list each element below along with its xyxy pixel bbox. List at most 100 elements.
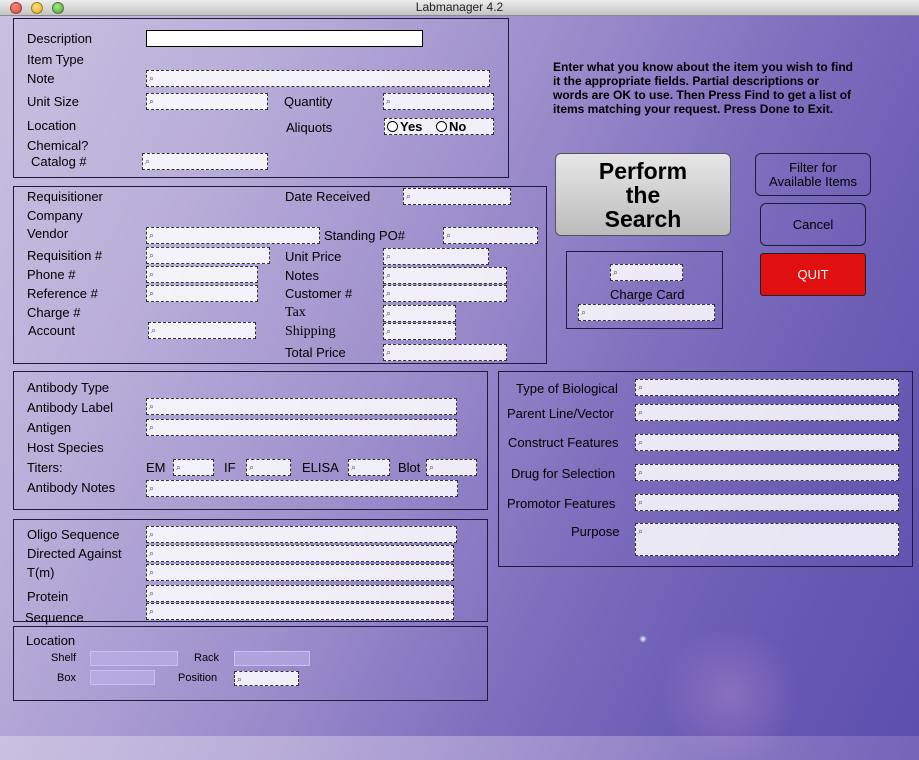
antigen-field[interactable]: ⌕ [146, 419, 457, 436]
oligo-sequence-label: Oligo Sequence [27, 527, 120, 542]
charge-card-field-top[interactable]: ⌕ [610, 264, 683, 281]
shipping-field[interactable]: ⌕ [383, 323, 456, 340]
window-title: Labmanager 4.2 [415, 0, 504, 14]
filter-available-button[interactable]: Filter for Available Items [755, 153, 871, 196]
search-icon: ⌕ [386, 270, 392, 280]
search-icon: ⌕ [386, 326, 392, 336]
requisition-field[interactable]: ⌕ [146, 247, 270, 264]
rack-field[interactable] [234, 651, 310, 666]
item-type-label: Item Type [27, 52, 84, 67]
search-icon: ⌕ [176, 462, 182, 472]
biological-type-label: Type of Biological [516, 381, 618, 396]
biological-type-field[interactable]: ⌕ [635, 379, 899, 396]
search-icon: ⌕ [386, 251, 392, 261]
directed-against-label: Directed Against [27, 546, 122, 561]
purpose-field[interactable]: ⌕ [635, 523, 899, 556]
total-price-field[interactable]: ⌕ [383, 344, 507, 361]
if-label: IF [224, 460, 236, 475]
close-window-button[interactable] [10, 2, 22, 14]
sequence-field[interactable]: ⌕ [146, 603, 454, 620]
catalog-label: Catalog # [31, 154, 87, 169]
description-field[interactable] [146, 30, 423, 47]
charge-card-field[interactable]: ⌕ [578, 304, 715, 321]
antigen-label: Antigen [27, 420, 72, 435]
elisa-label: ELISA [302, 460, 339, 475]
vendor-field[interactable]: ⌕ [146, 227, 320, 244]
promotor-features-label: Promotor Features [507, 496, 616, 511]
minimize-window-button[interactable] [31, 2, 43, 14]
tm-label: T(m) [27, 565, 55, 580]
tax-field[interactable]: ⌕ [383, 305, 456, 322]
phone-field[interactable]: ⌕ [146, 266, 258, 283]
elisa-field[interactable]: ⌕ [348, 459, 390, 476]
drug-selection-field[interactable]: ⌕ [635, 464, 899, 481]
search-icon: ⌕ [386, 288, 392, 298]
aliquots-no-radio[interactable]: No [436, 119, 466, 134]
if-field[interactable]: ⌕ [246, 459, 291, 476]
search-icon: ⌕ [149, 606, 155, 616]
storage-location-label: Location [26, 633, 76, 648]
em-field[interactable]: ⌕ [173, 459, 214, 476]
search-icon: ⌕ [446, 230, 452, 240]
search-icon: ⌕ [613, 267, 619, 277]
search-icon: ⌕ [638, 526, 644, 536]
catalog-field[interactable]: ⌕ [142, 153, 268, 170]
instructions-text: Enter what you know about the item you w… [553, 60, 854, 116]
charge-label: Charge # [27, 305, 81, 320]
reference-field[interactable]: ⌕ [146, 285, 258, 302]
customer-field[interactable]: ⌕ [383, 285, 507, 302]
decorative-glow [655, 630, 805, 760]
titers-label: Titers: [27, 460, 63, 475]
purpose-label: Purpose [571, 524, 620, 539]
account-field[interactable]: ⌕ [148, 322, 256, 339]
phone-label: Phone # [27, 267, 76, 282]
antibody-label-field[interactable]: ⌕ [146, 398, 457, 415]
note-field[interactable]: ⌕ [146, 70, 490, 87]
requisitioner-label: Requisitioner [27, 189, 103, 204]
unit-price-field[interactable]: ⌕ [383, 248, 489, 265]
aliquots-no-label: No [449, 119, 467, 134]
tm-field[interactable]: ⌕ [146, 564, 454, 581]
radio-circle-icon [436, 121, 447, 132]
blot-field[interactable]: ⌕ [426, 459, 477, 476]
quantity-field[interactable]: ⌕ [383, 93, 494, 110]
search-icon: ⌕ [429, 462, 435, 472]
account-label: Account [28, 323, 75, 338]
oligo-sequence-field[interactable]: ⌕ [146, 526, 457, 543]
construct-features-field[interactable]: ⌕ [635, 434, 899, 451]
unit-size-field[interactable]: ⌕ [146, 93, 268, 110]
search-icon: ⌕ [386, 308, 392, 318]
search-icon: ⌕ [149, 422, 155, 432]
search-icon: ⌕ [149, 96, 155, 106]
search-icon: ⌕ [581, 307, 587, 317]
shelf-field[interactable] [90, 651, 178, 666]
unit-price-label: Unit Price [285, 249, 342, 264]
standing-po-field[interactable]: ⌕ [443, 227, 538, 244]
search-icon: ⌕ [386, 96, 392, 106]
date-received-label: Date Received [285, 189, 371, 204]
promotor-features-field[interactable]: ⌕ [635, 494, 899, 511]
zoom-window-button[interactable] [52, 2, 64, 14]
search-icon: ⌕ [149, 73, 155, 83]
box-field[interactable] [90, 670, 155, 685]
directed-against-field[interactable]: ⌕ [146, 545, 454, 562]
search-icon: ⌕ [351, 462, 357, 472]
search-icon: ⌕ [249, 462, 255, 472]
cancel-button[interactable]: Cancel [760, 203, 866, 246]
antibody-label-label: Antibody Label [27, 400, 114, 415]
quit-button[interactable]: QUIT [760, 253, 866, 296]
search-icon: ⌕ [149, 483, 155, 493]
date-received-field[interactable]: ⌕ [403, 188, 511, 205]
protein-field[interactable]: ⌕ [146, 585, 454, 602]
antibody-notes-field[interactable]: ⌕ [146, 480, 458, 497]
aliquots-yes-radio[interactable]: Yes [387, 119, 422, 134]
position-field[interactable]: ⌕ [234, 671, 299, 686]
perform-search-button[interactable]: Perform the Search [555, 153, 731, 236]
construct-features-label: Construct Features [508, 435, 619, 450]
parent-line-field[interactable]: ⌕ [635, 404, 899, 421]
drug-selection-label: Drug for Selection [511, 466, 616, 481]
notes-field[interactable]: ⌕ [383, 267, 507, 284]
search-icon: ⌕ [638, 407, 644, 417]
search-icon: ⌕ [386, 347, 392, 357]
antibody-notes-label: Antibody Notes [27, 480, 116, 495]
